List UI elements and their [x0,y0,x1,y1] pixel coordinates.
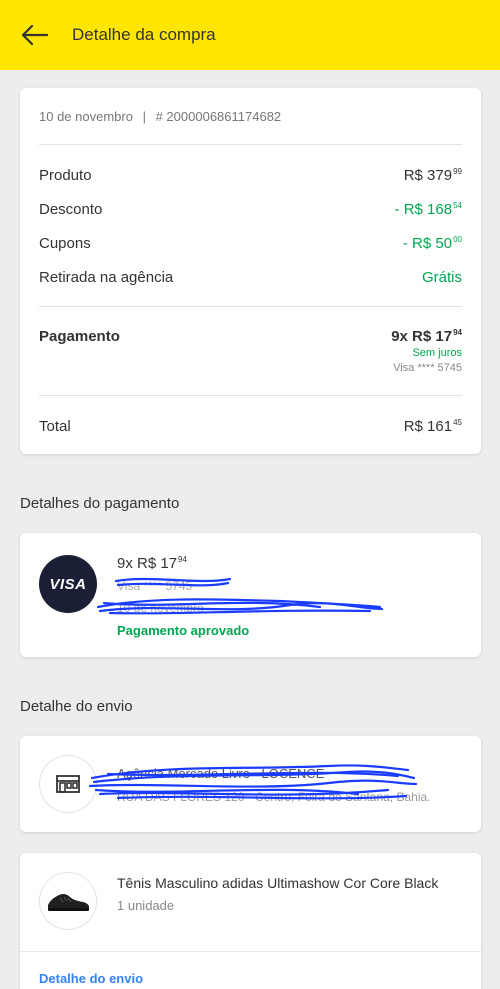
order-id: # 2000006861174682 [155,109,282,124]
divider [39,144,462,145]
product-quantity: 1 unidade [117,898,175,913]
total-value: R$ 16145 [403,418,462,435]
row-label-retirada: Retirada na agência [39,269,174,286]
agency-name: Agência Mercado Livre - LOCENCE [117,766,325,781]
page-title: Detalhe da compra [72,25,216,44]
product-card[interactable]: Tênis Masculino adidas Ultimashow Cor Co… [20,853,481,989]
back-button[interactable] [18,20,50,50]
row-label-produto: Produto [39,167,92,184]
row-value-cupons: - R$ 5000 [402,235,462,252]
payment-card: Visa **** 5745 [393,362,462,374]
divider [20,951,481,952]
payment-details-card[interactable]: VISA 9x R$ 1794 Visa **** 5745 10 de nov… [20,533,481,657]
back-arrow-icon [21,24,48,46]
order-summary-card: 10 de novembro | # 2000006861174682 Prod… [20,88,481,454]
pickup-agency-card[interactable]: Agência Mercado Livre - LOCENCE RUA DAS … [20,736,481,832]
row-label-desconto: Desconto [39,201,103,218]
meta-separator: | [142,109,146,124]
section-title-shipping: Detalhe do envio [20,698,133,715]
order-meta: 10 de novembro | # 2000006861174682 [39,109,281,124]
divider [39,306,462,307]
installments: 9x R$ 1794 [117,555,187,572]
agency-address: RUA DAS FLORES 120 - Centro, Feira de Sa… [117,790,431,804]
sneaker-image [39,872,97,930]
total-label: Total [39,418,71,435]
product-name: Tênis Masculino adidas Ultimashow Cor Co… [117,875,439,891]
section-title-payment: Detalhes do pagamento [20,495,180,512]
payment-value: 9x R$ 1794 [391,328,462,345]
card-line: Visa **** 5745 [117,579,193,593]
store-icon [39,755,97,813]
payment-date-line: 10 de novembro [117,601,204,615]
payment-label: Pagamento [39,328,120,345]
row-label-cupons: Cupons [39,235,91,252]
order-date: 10 de novembro [39,109,133,124]
top-app-bar: Detalhe da compra [0,0,500,70]
row-value-desconto: - R$ 16854 [394,201,462,218]
divider [39,395,462,396]
payment-status: Pagamento aprovado [117,623,250,638]
payment-interest: Sem juros [412,347,462,359]
shipment-detail-link[interactable]: Detalhe do envio [39,971,143,986]
row-value-produto: R$ 37999 [403,167,462,184]
visa-logo-icon: VISA [39,555,97,613]
row-value-retirada: Grátis [421,269,462,286]
